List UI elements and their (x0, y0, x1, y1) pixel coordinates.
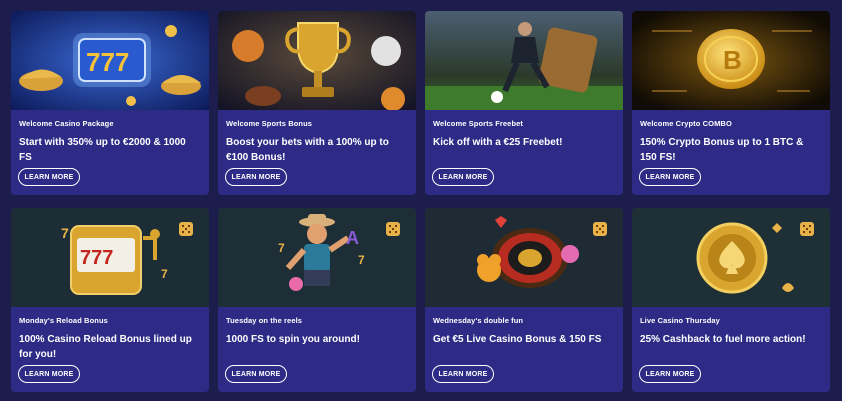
promo-category: Wednesday's double fun (433, 316, 524, 325)
learn-more-button[interactable]: LEARN MORE (432, 365, 494, 383)
promo-card-crypto-combo[interactable]: B Welcome Crypto COMBO 150% Crypto Bonus… (632, 11, 830, 195)
learn-more-button[interactable]: LEARN MORE (639, 365, 701, 383)
svg-text:7: 7 (161, 267, 168, 281)
promo-category: Welcome Sports Bonus (226, 119, 313, 128)
promo-headline: Kick off with a €25 Freebet! (433, 137, 563, 148)
dice-icon (800, 222, 814, 236)
promo-card-welcome-sports[interactable]: Welcome Sports Bonus Boost your bets wit… (218, 11, 416, 195)
promo-headline: 100% Casino Reload Bonus lined up for yo… (19, 334, 192, 360)
bitcoin-coin-icon: B (632, 11, 830, 110)
football-player-icon (425, 11, 623, 110)
learn-more-button[interactable]: LEARN MORE (18, 168, 80, 186)
promo-headline: Get €5 Live Casino Bonus & 150 FS (433, 334, 602, 345)
slot-777-genie-lamps-icon: 777 (11, 11, 209, 110)
cowboy-character-icon: A 7 7 (218, 208, 416, 307)
svg-text:7: 7 (278, 241, 285, 255)
learn-more-button[interactable]: LEARN MORE (225, 365, 287, 383)
dice-icon (179, 222, 193, 236)
promo-headline: 1000 FS to spin you around! (226, 334, 360, 345)
svg-text:B: B (723, 45, 742, 75)
promo-card-wednesday-double[interactable]: Wednesday's double fun Get €5 Live Casin… (425, 208, 623, 392)
svg-text:777: 777 (80, 247, 113, 269)
svg-text:7: 7 (358, 253, 365, 267)
learn-more-button[interactable]: LEARN MORE (432, 168, 494, 186)
promo-category: Monday's Reload Bonus (19, 316, 108, 325)
svg-text:A: A (346, 228, 359, 248)
spade-chip-icon (632, 208, 830, 307)
promo-headline: Start with 350% up to €2000 & 1000 FS (19, 137, 186, 163)
svg-text:7: 7 (61, 225, 69, 241)
golden-slot-machine-icon: 777 7 7 (11, 208, 209, 307)
trophy-balls-icon (218, 11, 416, 110)
promo-category: Welcome Casino Package (19, 119, 114, 128)
promo-headline: 25% Cashback to fuel more action! (640, 334, 806, 345)
promo-category: Tuesday on the reels (226, 316, 303, 325)
learn-more-button[interactable]: LEARN MORE (225, 168, 287, 186)
dice-icon (593, 222, 607, 236)
promo-headline: Boost your bets with a 100% up to €100 B… (226, 137, 389, 163)
learn-more-button[interactable]: LEARN MORE (639, 168, 701, 186)
promo-card-tuesday-reels[interactable]: A 7 7 Tuesday on the reels 1000 FS to sp… (218, 208, 416, 392)
svg-text:777: 777 (86, 47, 129, 77)
promo-card-sports-freebet[interactable]: Welcome Sports Freebet Kick off with a €… (425, 11, 623, 195)
promotions-grid: 777 Welcome Casino Package Start with 35… (0, 0, 842, 401)
learn-more-button[interactable]: LEARN MORE (18, 365, 80, 383)
promo-card-live-thursday[interactable]: Live Casino Thursday 25% Cashback to fue… (632, 208, 830, 392)
dice-icon (386, 222, 400, 236)
promo-category: Welcome Crypto COMBO (640, 119, 732, 128)
promo-headline: 150% Crypto Bonus up to 1 BTC & 150 FS! (640, 137, 804, 163)
promo-category: Live Casino Thursday (640, 316, 720, 325)
promo-card-welcome-casino[interactable]: 777 Welcome Casino Package Start with 35… (11, 11, 209, 195)
promo-category: Welcome Sports Freebet (433, 119, 524, 128)
roulette-wheel-icon (425, 208, 623, 307)
promo-card-monday-reload[interactable]: 777 7 7 Monday's Reload Bonus 100% Casin… (11, 208, 209, 392)
